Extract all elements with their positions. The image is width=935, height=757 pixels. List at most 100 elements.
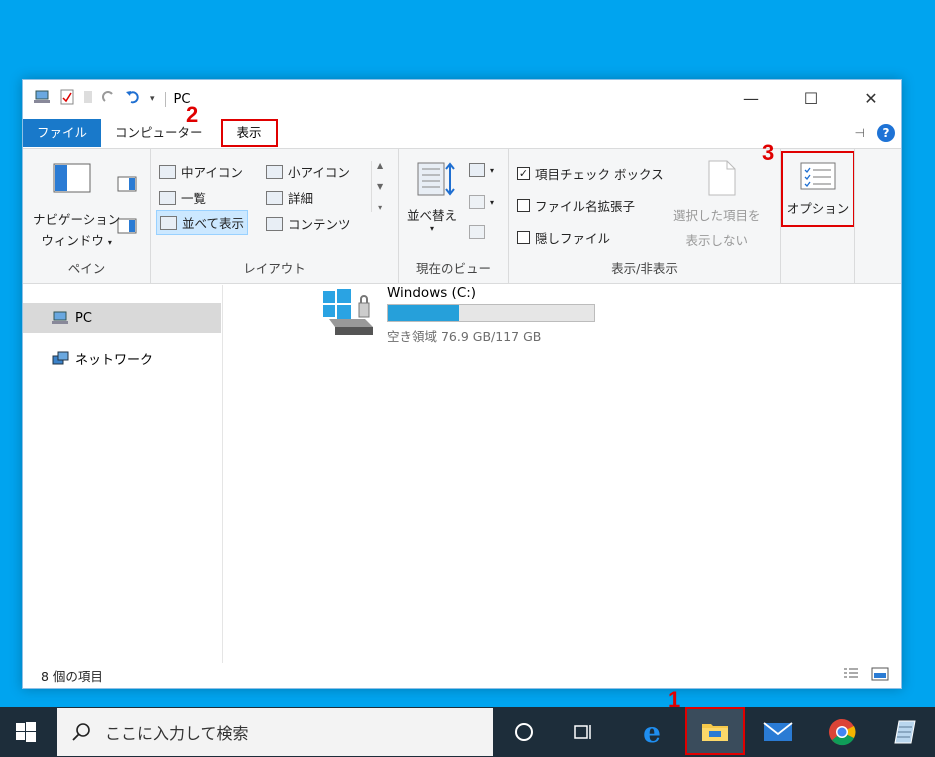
sort-by-label: 並べ替え <box>407 208 458 223</box>
file-extensions-label: ファイル名拡張子 <box>535 199 636 214</box>
hide-selected-button: 選択した項目を 表示しない <box>673 205 761 249</box>
group-layout-label: レイアウト <box>243 261 306 276</box>
drive-free-space: 空き領域 76.9 GB/117 GB <box>387 329 542 344</box>
file-explorer-icon <box>702 724 728 741</box>
hidden-items-checkbox[interactable] <box>517 231 530 244</box>
redo-icon[interactable] <box>102 90 116 108</box>
mail-button[interactable] <box>748 707 808 757</box>
expand-gallery-icon[interactable]: ▾ <box>378 203 382 212</box>
layout-list[interactable]: 一覧 <box>159 188 206 207</box>
group-options <box>781 149 855 283</box>
taskbar-search-box[interactable]: ここに入力して検索 <box>57 708 493 756</box>
task-view-icon <box>574 725 591 739</box>
item-count: 8 個の項目 <box>41 668 103 684</box>
group-by-glyph <box>469 163 485 177</box>
hide-selected-label-2: 表示しない <box>685 233 749 248</box>
drive-name: Windows (C:) <box>387 285 477 301</box>
close-button[interactable]: ✕ <box>841 80 901 118</box>
tiles-label: 並べて表示 <box>182 216 245 231</box>
add-columns-icon[interactable]: ▾ <box>469 195 494 209</box>
size-columns-icon[interactable] <box>469 225 485 239</box>
drive-tile-c[interactable]: Windows (C:) 空き領域 76.9 GB/117 GB <box>321 285 595 345</box>
mail-icon <box>763 722 793 741</box>
scroll-up-icon[interactable]: ▲ <box>377 161 383 170</box>
windows-logo-icon <box>16 722 36 742</box>
nav-item-network[interactable]: ネットワーク <box>23 343 221 373</box>
list-label: 一覧 <box>181 191 207 206</box>
ribbon-right-controls: ⊣ ? <box>855 124 895 142</box>
details-label: 詳細 <box>288 191 314 206</box>
preview-pane-icon[interactable] <box>117 176 137 192</box>
drive-info: Windows (C:) 空き領域 76.9 GB/117 GB <box>387 285 595 345</box>
undo-icon[interactable] <box>125 90 141 108</box>
pc-icon <box>52 311 68 324</box>
layout-details[interactable]: 詳細 <box>266 188 313 207</box>
edge-icon: e <box>643 715 661 749</box>
navigation-pane-label-2: ウィンドウ <box>41 233 104 248</box>
sort-dropdown-icon: ▾ <box>430 224 435 233</box>
layout-medium-icons[interactable]: 中アイコン <box>159 162 243 181</box>
navigation-pane-label-1: ナビゲーション <box>33 212 121 227</box>
navigation-pane-button[interactable]: ナビゲーション ウィンドウ ▾ <box>33 209 120 249</box>
title-bar: ▾ PC — ☐ ✕ <box>23 80 901 118</box>
nav-network-label: ネットワーク <box>75 352 154 368</box>
sort-by-icon[interactable] <box>417 161 455 199</box>
file-extensions-toggle[interactable]: ファイル名拡張子 <box>517 196 635 215</box>
tiles-icon <box>160 215 177 230</box>
large-icons-view-icon[interactable] <box>871 667 889 684</box>
tab-view[interactable]: 表示 <box>220 119 278 147</box>
task-view-button[interactable] <box>554 707 614 757</box>
group-layout: 中アイコン 小アイコン 一覧 詳細 並べて表示 コンテンツ ▲ ▼ ▾ レイアウ… <box>151 149 399 283</box>
chrome-button[interactable] <box>812 707 872 757</box>
file-extensions-checkbox[interactable] <box>517 199 530 212</box>
item-checkboxes-toggle[interactable]: ✓ 項目チェック ボックス <box>517 164 664 183</box>
navigation-pane-icon[interactable] <box>53 163 91 193</box>
minimize-button[interactable]: — <box>721 80 781 118</box>
notepad-button[interactable] <box>875 707 935 757</box>
pc-icon[interactable] <box>33 89 51 109</box>
cortana-button[interactable] <box>494 707 554 757</box>
group-show-hide: ✓ 項目チェック ボックス ファイル名拡張子 隠しファイル 選択した項目を 表示し… <box>509 149 781 283</box>
file-explorer-taskbar-button[interactable] <box>685 707 745 755</box>
item-checkboxes-label: 項目チェック ボックス <box>535 167 664 182</box>
help-icon[interactable]: ? <box>877 124 895 142</box>
drive-usage-bar <box>387 304 595 322</box>
details-view-icon[interactable] <box>843 667 859 684</box>
layout-tiles[interactable]: 並べて表示 <box>156 210 249 235</box>
notepad-icon <box>894 720 916 744</box>
quick-access-toolbar: ▾ <box>23 89 155 109</box>
sort-by-button[interactable]: 並べ替え ▾ <box>407 205 457 233</box>
content-area: Windows (C:) 空き領域 76.9 GB/117 GB <box>223 285 901 663</box>
group-by-icon[interactable]: ▾ <box>469 163 494 177</box>
properties-icon[interactable] <box>60 89 74 109</box>
list-icon <box>159 190 176 205</box>
layout-small-icons[interactable]: 小アイコン <box>266 162 350 181</box>
size-columns-glyph <box>469 225 485 239</box>
file-explorer-window: ▾ PC — ☐ ✕ ファイル コンピューター 表示 ⊣ ? ナビゲーション ウ… <box>22 79 902 689</box>
tab-computer[interactable]: コンピューター <box>101 119 217 147</box>
customize-qa-dropdown-icon[interactable]: ▾ <box>150 94 155 104</box>
hide-selected-icon <box>707 159 737 197</box>
tab-file[interactable]: ファイル <box>23 119 102 147</box>
item-checkboxes-checkbox[interactable]: ✓ <box>517 167 530 180</box>
scroll-down-icon[interactable]: ▼ <box>377 182 383 191</box>
window-controls: — ☐ ✕ <box>721 80 901 118</box>
content-label: コンテンツ <box>288 217 351 232</box>
annotation-step-1: 1 <box>668 687 681 712</box>
edge-button[interactable]: e <box>622 707 682 757</box>
maximize-button[interactable]: ☐ <box>781 80 841 118</box>
new-folder-icon[interactable] <box>83 89 93 109</box>
group-current-view: 並べ替え ▾ ▾ ▾ 現在のビュー <box>399 149 509 283</box>
search-icon <box>72 723 90 741</box>
layout-scroll-controls[interactable]: ▲ ▼ ▾ <box>371 161 383 212</box>
hidden-items-toggle[interactable]: 隠しファイル <box>517 228 610 247</box>
content-icon <box>266 216 283 231</box>
network-icon <box>52 351 69 365</box>
pin-ribbon-icon[interactable]: ⊣ <box>855 126 865 140</box>
nav-item-pc[interactable]: PC <box>23 303 221 333</box>
drive-usage-fill <box>388 305 459 321</box>
view-switcher <box>843 667 889 684</box>
start-button[interactable] <box>0 707 52 757</box>
medium-icons-label: 中アイコン <box>181 165 243 180</box>
layout-content[interactable]: コンテンツ <box>266 214 351 233</box>
